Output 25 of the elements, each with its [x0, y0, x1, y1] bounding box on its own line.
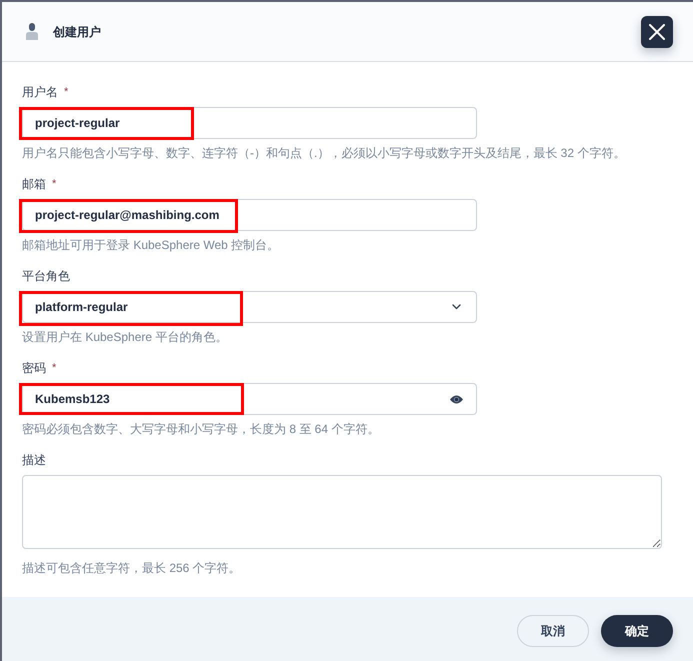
close-icon — [649, 24, 665, 40]
eye-icon — [450, 394, 463, 404]
required-mark: * — [64, 85, 68, 100]
cancel-button[interactable]: 取消 — [517, 615, 589, 647]
field-label: 邮箱 — [22, 176, 46, 193]
field-hint: 邮箱地址可用于登录 KubeSphere Web 控制台。 — [22, 238, 280, 252]
chevron-down-icon — [452, 304, 461, 310]
field-label: 密码 — [22, 360, 46, 377]
required-mark: * — [52, 361, 56, 376]
dialog-title: 创建用户 — [53, 24, 101, 40]
select-dropdown[interactable]: platform-regular — [22, 291, 477, 323]
field-hint: 密码必须包含数字、大写字母和小写字母，长度为 8 至 64 个字符。 — [22, 422, 380, 436]
password-input[interactable]: Kubemsb123 — [22, 383, 477, 415]
confirm-button[interactable]: 确定 — [601, 615, 673, 647]
text-input[interactable]: project-regular — [22, 107, 477, 139]
field-hint: 描述可包含任意字符，最长 256 个字符。 — [22, 561, 241, 575]
user-icon — [26, 23, 38, 40]
field-label: 平台角色 — [22, 268, 70, 285]
field-hint: 设置用户在 KubeSphere 平台的角色。 — [22, 330, 228, 344]
close-button[interactable] — [641, 16, 673, 48]
field-hint: 用户名只能包含小写字母、数字、连字符（-）和句点（.），必须以小写字母或数字开头及结尾，最长 32 个字符。 — [22, 146, 626, 160]
text-input[interactable]: project-regular@mashibing.com — [22, 199, 477, 231]
field-label: 用户名 — [22, 84, 58, 101]
field-label: 描述 — [22, 452, 46, 469]
required-mark: * — [52, 177, 56, 192]
